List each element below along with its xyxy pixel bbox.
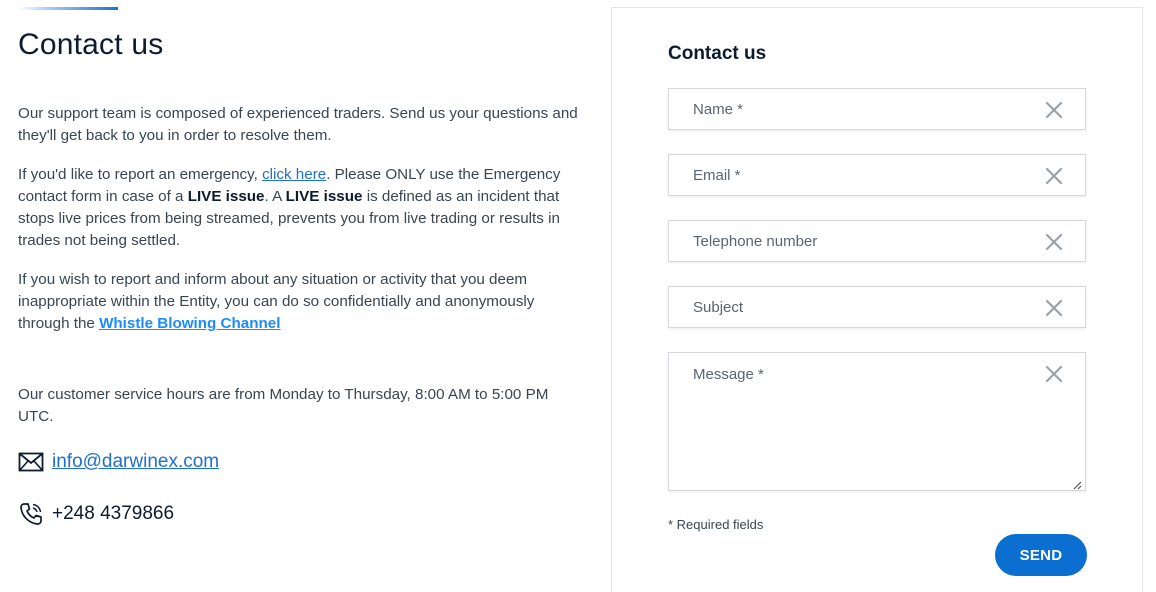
required-fields-note: * Required fields: [668, 517, 764, 532]
live-issue-emphasis: LIVE issue: [187, 188, 265, 205]
emergency-text: If you'd like to report an emergency, cl…: [18, 164, 578, 252]
email-field-wrapper: [668, 154, 1086, 196]
clear-email-icon[interactable]: [1045, 167, 1063, 185]
subject-input[interactable]: [669, 287, 1085, 327]
clear-name-icon[interactable]: [1045, 101, 1063, 119]
telephone-input[interactable]: [669, 221, 1085, 261]
subject-field-wrapper: [668, 286, 1086, 328]
emergency-text-middle-2: . A: [264, 188, 286, 205]
page-title: Contact us: [18, 28, 164, 61]
whistle-blowing-channel-link[interactable]: Whistle Blowing Channel: [99, 315, 280, 332]
message-field-wrapper: [668, 352, 1086, 491]
send-button[interactable]: SEND: [995, 534, 1087, 576]
clear-subject-icon[interactable]: [1045, 299, 1063, 317]
name-input[interactable]: [669, 89, 1085, 129]
service-hours-text: Our customer service hours are from Mond…: [18, 386, 549, 425]
email-link[interactable]: info@darwinex.com: [52, 451, 219, 473]
resize-handle-icon[interactable]: [1072, 477, 1082, 490]
phone-number[interactable]: +248 4379866: [52, 503, 174, 525]
clear-message-icon[interactable]: [1045, 365, 1063, 383]
emergency-click-here-link[interactable]: click here: [262, 166, 326, 183]
phone-contact-row: +248 4379866: [18, 501, 174, 527]
email-contact-row: info@darwinex.com: [18, 449, 219, 475]
form-title: Contact us: [668, 43, 767, 64]
contact-form-card: Contact us * Required fields SEN: [611, 7, 1143, 592]
whistle-blowing-text: If you wish to report and inform about a…: [18, 269, 578, 335]
telephone-field-wrapper: [668, 220, 1086, 262]
envelope-icon: [18, 449, 44, 475]
email-input[interactable]: [669, 155, 1085, 195]
message-textarea[interactable]: [669, 353, 1085, 490]
phone-icon: [18, 501, 44, 527]
intro-text: Our support team is composed of experien…: [18, 105, 578, 144]
name-field-wrapper: [668, 88, 1086, 130]
emergency-text-prefix: If you'd like to report an emergency,: [18, 166, 263, 183]
clear-telephone-icon[interactable]: [1045, 233, 1063, 251]
title-accent-line: [18, 7, 118, 10]
live-issue-emphasis-2: LIVE issue: [285, 188, 363, 205]
